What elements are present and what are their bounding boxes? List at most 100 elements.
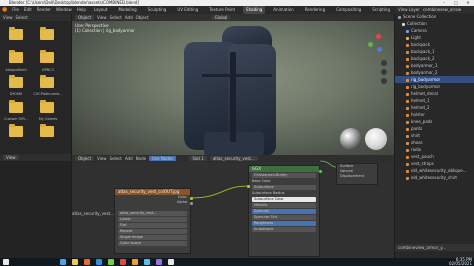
bsdf-input-anisotropic[interactable]: Anisotropic — [252, 227, 316, 232]
outliner-item[interactable]: backpack — [395, 41, 474, 48]
folder-icon[interactable] — [40, 100, 54, 113]
menu-edit[interactable]: Edit — [24, 6, 32, 14]
bsdf-input-roughness[interactable]: Roughness — [252, 221, 316, 226]
outliner-item[interactable]: backpack_1 — [395, 48, 474, 55]
bsdf-input-subsurface-radius[interactable]: Subsurface Radius — [249, 191, 319, 196]
bsdf-input-subsurface-color[interactable]: Subsurface Color — [252, 197, 316, 202]
tab-rendering[interactable]: Rendering — [302, 6, 328, 14]
bsdf-input-metallic[interactable]: Metallic — [252, 203, 316, 208]
folder-icon[interactable] — [40, 27, 54, 40]
taskbar-app-icon[interactable] — [156, 259, 162, 265]
tab-compositing[interactable]: Compositing — [333, 6, 364, 14]
shader-node-editor[interactable]: Object View Select Add Node Use Nodes Sl… — [72, 155, 394, 258]
outliner-item[interactable]: shoes — [395, 139, 474, 146]
principled-bsdf-node[interactable]: GGX Christensen-Burley Base Color Subsur… — [247, 165, 322, 257]
output-displacement[interactable]: Displacement — [337, 174, 377, 179]
tab-layout[interactable]: Layout — [91, 6, 111, 14]
tab-sculpting[interactable]: Sculpting — [145, 6, 170, 14]
taskbar-app-icon[interactable] — [72, 259, 78, 265]
outliner-item[interactable]: helmet_1 — [395, 97, 474, 104]
3d-viewport[interactable]: Object View Select Add Object Global Use… — [72, 14, 394, 155]
taskbar-app-icon[interactable] — [60, 259, 66, 265]
folder-icon[interactable] — [9, 27, 23, 40]
taskbar-app-icon[interactable] — [120, 259, 126, 265]
menu-render[interactable]: Render — [37, 6, 51, 14]
vp-menu-view[interactable]: View — [97, 14, 107, 21]
outliner-item[interactable]: rig_bodyarmor — [395, 83, 474, 90]
image-editor-view-button[interactable]: View — [3, 155, 19, 160]
start-button-icon[interactable] — [3, 259, 9, 265]
taskbar-date[interactable]: 02/05/2021 — [434, 262, 472, 266]
tab-shading[interactable]: Shading — [243, 6, 266, 14]
vp-menu-add[interactable]: Add — [125, 14, 133, 21]
view-layer-name[interactable]: combinesew_arrow — [423, 6, 461, 13]
fb-menu-select[interactable]: Select — [16, 14, 28, 21]
outliner-item[interactable]: helmet_decal — [395, 90, 474, 97]
tab-modeling[interactable]: Modeling — [115, 6, 139, 14]
fb-menu-view[interactable]: View — [3, 14, 13, 21]
folder-icon[interactable] — [9, 100, 23, 113]
folder-icon[interactable] — [9, 50, 23, 63]
outliner-item[interactable]: backpack_2 — [395, 55, 474, 62]
object-type-icon — [406, 141, 409, 145]
vp-menu-object[interactable]: Object — [136, 14, 149, 21]
distribution-dropdown[interactable]: Christensen-Burley — [252, 173, 316, 178]
vp-menu-select[interactable]: Select — [110, 14, 122, 21]
taskbar-app-icon[interactable] — [132, 259, 138, 265]
outliner-item[interactable]: old_whitesecurity_shirt — [395, 174, 474, 181]
outliner-item[interactable]: bodyarmor_2 — [395, 69, 474, 76]
outliner-item[interactable]: Camera — [395, 27, 474, 34]
outliner-item[interactable]: Collection — [395, 20, 474, 27]
outliner-item-label: bodyarmor_1 — [411, 63, 438, 68]
outliner-item[interactable]: radio — [395, 146, 474, 153]
object-type-icon — [398, 15, 401, 19]
outliner-item[interactable]: vest_pouch — [395, 153, 474, 160]
transform-orientation[interactable]: Global — [211, 15, 231, 20]
outliner-item[interactable]: rig_bodyarmor — [395, 76, 474, 83]
bsdf-input-specular-tint[interactable]: Specular Tint — [252, 215, 316, 220]
base-color-input-socket[interactable] — [247, 185, 250, 188]
folder-icon[interactable] — [40, 124, 54, 137]
mode-selector[interactable]: Object — [75, 15, 95, 20]
bsdf-input-specular[interactable]: Specular — [252, 209, 316, 214]
blender-logo-icon[interactable]: ● — [2, 6, 7, 14]
outliner-item[interactable]: helmet_2 — [395, 104, 474, 111]
material-output-node[interactable]: Surface Volume Displacement — [336, 163, 378, 185]
menu-file[interactable]: File — [12, 6, 19, 14]
outliner-item[interactable]: shirt — [395, 132, 474, 139]
outliner-item-label: vest_straps — [411, 161, 434, 166]
taskbar-app-icon[interactable] — [108, 259, 114, 265]
bsdf-output-socket[interactable] — [319, 170, 322, 173]
taskbar-app-icon[interactable] — [168, 259, 174, 265]
folder-icon[interactable] — [9, 124, 23, 137]
object-type-icon — [402, 22, 405, 26]
outliner-item[interactable]: old_whitesecurity_oblique... — [395, 167, 474, 174]
outliner-item[interactable]: pants — [395, 125, 474, 132]
taskbar-app-icon[interactable] — [84, 259, 90, 265]
taskbar-app-icon[interactable] — [144, 259, 150, 265]
menu-window[interactable]: Window — [56, 6, 72, 14]
menu-help[interactable]: Help — [77, 6, 86, 14]
outliner-item[interactable]: knee_pads — [395, 118, 474, 125]
outliner-item[interactable]: Light — [395, 34, 474, 41]
bsdf-input-base-color[interactable]: Base Color — [249, 179, 319, 184]
object-type-icon — [406, 106, 409, 110]
outliner-item[interactable]: Scene Collection — [395, 13, 474, 20]
bsdf-input-subsurface[interactable]: Subsurface — [252, 185, 316, 190]
taskbar-app-icon[interactable] — [96, 259, 102, 265]
outliner-item-label: rig_bodyarmor — [411, 77, 441, 82]
tab-scripting[interactable]: Scripting — [369, 6, 393, 14]
tab-texture-paint[interactable]: Texture Paint — [206, 6, 238, 14]
outliner-item[interactable]: vest_straps — [395, 160, 474, 167]
view-layer-selector[interactable]: View Layer — [398, 6, 420, 13]
folder-icon[interactable] — [9, 75, 23, 88]
outliner-bottom-item[interactable]: combineview_armor_y... — [395, 244, 474, 251]
tab-animation[interactable]: Animation — [270, 6, 296, 14]
folder-icon[interactable] — [40, 75, 54, 88]
folder-icon[interactable] — [40, 50, 54, 63]
outliner-item[interactable]: bodyarmor_1 — [395, 62, 474, 69]
object-type-icon — [406, 92, 409, 96]
object-type-icon — [406, 155, 409, 159]
tab-uv-editing[interactable]: UV Editing — [174, 6, 201, 14]
outliner-item[interactable]: holster — [395, 111, 474, 118]
